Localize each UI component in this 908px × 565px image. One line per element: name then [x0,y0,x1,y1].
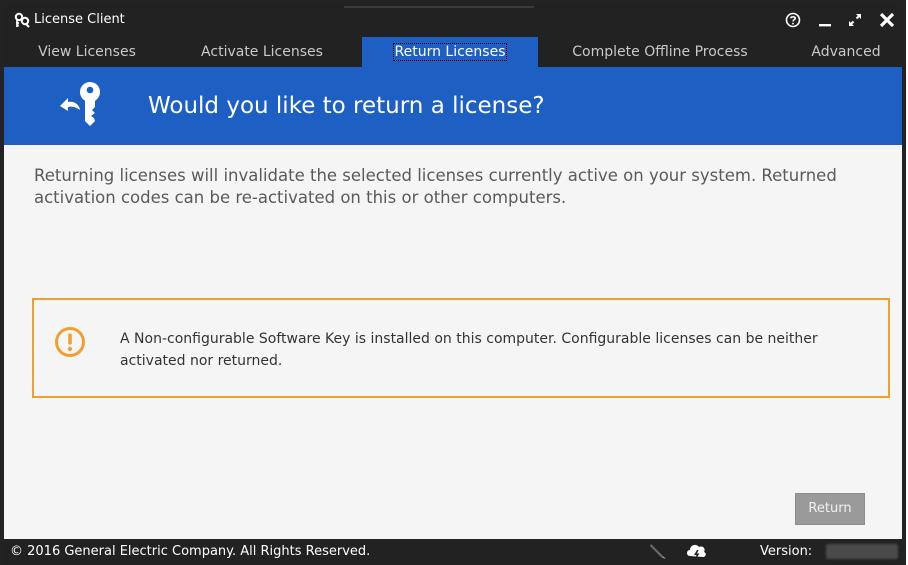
warning-icon [55,327,85,357]
window-title: License Client [34,12,125,27]
return-button[interactable]: Return [795,493,865,525]
version-value-redacted [826,544,898,559]
description-text: Returning licenses will invalidate the s… [34,166,837,207]
tab-label: Return Licenses [392,43,508,61]
page-title: Would you like to return a license? [148,93,545,119]
key-return-icon [60,82,100,126]
pen-icon[interactable] [648,542,668,560]
notice-text: A Non-configurable Software Key is insta… [120,331,818,369]
close-icon [879,12,895,28]
cloud-sync-icon[interactable] [684,541,708,563]
tab-label: Complete Offline Process [572,44,748,60]
main-content: Returning licenses will invalidate the s… [4,145,902,539]
tab-label: Activate Licenses [201,44,323,60]
tab-return-licenses[interactable]: Return Licenses [362,37,538,67]
minimize-button[interactable] [812,8,838,32]
license-client-window: License Client View Licenses Activate Li… [0,0,906,565]
app-icon [14,12,30,28]
tab-advanced[interactable]: Advanced [790,37,902,67]
expand-icon [849,14,861,26]
help-icon [785,12,801,28]
page-banner: Would you like to return a license? [4,67,902,145]
tab-label: View Licenses [38,44,136,60]
warning-notice: A Non-configurable Software Key is insta… [32,298,890,398]
tab-label: Advanced [811,44,881,60]
title-bar[interactable]: License Client [4,3,902,37]
window-frame: License Client View Licenses Activate Li… [4,3,902,565]
status-footer: © 2016 General Electric Company. All Rig… [4,539,902,565]
tab-view-licenses[interactable]: View Licenses [4,37,170,67]
maximize-button[interactable] [842,8,868,32]
tab-bar: View Licenses Activate Licenses Return L… [4,37,902,67]
tab-activate-licenses[interactable]: Activate Licenses [172,37,352,67]
version-label: Version: [760,544,813,559]
tab-complete-offline-process[interactable]: Complete Offline Process [544,37,776,67]
help-button[interactable] [780,8,806,32]
minimize-icon [819,24,831,27]
title-divider [344,6,534,8]
copyright-text: © 2016 General Electric Company. All Rig… [10,544,371,559]
close-button[interactable] [874,8,900,32]
